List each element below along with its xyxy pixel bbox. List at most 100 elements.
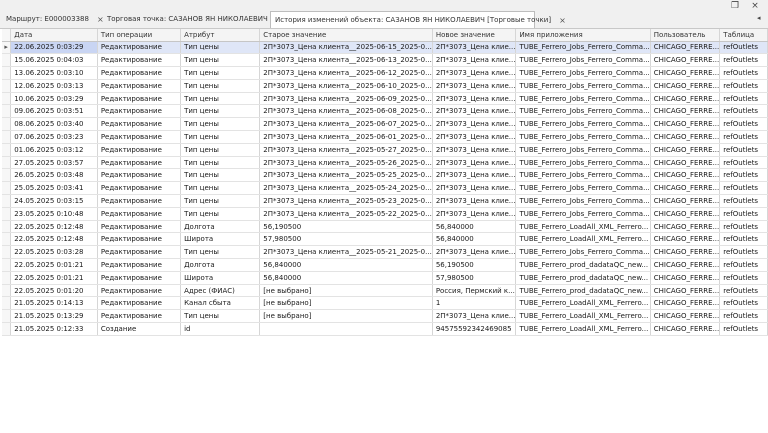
cell-old-value[interactable]: 2П*3073_Цена клиента__2025-06-08_2025-0.… (259, 104, 433, 119)
cell-old-value[interactable]: 56,840000 (259, 258, 433, 272)
cell-date[interactable]: 01.06.2025 0:03:12 (10, 143, 98, 157)
cell-table[interactable]: refOutlets (719, 271, 768, 285)
row-indicator[interactable] (2, 220, 12, 234)
cell-old-value[interactable]: 2П*3073_Цена клиента__2025-05-26_2025-0.… (259, 156, 433, 170)
cell-app-name[interactable]: TUBE_Ferrero_LoadAll_XML_Ferrero... (515, 322, 651, 336)
cell-new-value[interactable]: 2П*3073_Цена клие... (432, 66, 517, 80)
row-indicator[interactable] (2, 271, 12, 285)
cell-attribute[interactable]: Долгота (180, 258, 261, 272)
table-row[interactable]: 22.05.2025 0:01:21 Редактирование Широта 56… (2, 271, 768, 285)
cell-operation[interactable]: Редактирование (97, 130, 182, 144)
row-indicator[interactable] (2, 92, 12, 106)
cell-date[interactable]: 15.06.2025 0:04:03 (10, 53, 98, 68)
table-row[interactable]: 25.05.2025 0:03:41 Редактирование Тип цены… (2, 181, 768, 196)
cell-date[interactable]: 23.05.2025 0:10:48 (10, 207, 98, 221)
cell-old-value[interactable]: 2П*3073_Цена клиента__2025-05-27_2025-0.… (259, 143, 433, 157)
row-indicator[interactable] (2, 194, 12, 208)
row-indicator[interactable] (2, 309, 12, 324)
cell-user[interactable]: CHICAGO_FERRE... (650, 156, 721, 170)
table-row[interactable]: 22.05.2025 0:01:21 Редактирование Долгота 5… (2, 258, 768, 272)
row-indicator[interactable] (2, 168, 12, 183)
cell-user[interactable]: CHICAGO_FERRE... (650, 79, 721, 93)
cell-table[interactable]: refOutlets (719, 168, 768, 183)
cell-table[interactable]: refOutlets (719, 117, 768, 132)
cell-app-name[interactable]: TUBE_Ferrero_prod_dadataQC_new... (515, 271, 651, 285)
table-row[interactable]: 01.06.2025 0:03:12 Редактирование Тип цены… (2, 143, 768, 157)
cell-attribute[interactable]: Тип цены (180, 156, 261, 170)
cell-user[interactable]: CHICAGO_FERRE... (650, 66, 721, 80)
table-row[interactable]: 26.05.2025 0:03:48 Редактирование Тип цены… (2, 168, 768, 183)
cell-operation[interactable]: Редактирование (97, 92, 182, 106)
cell-operation[interactable]: Редактирование (97, 156, 182, 170)
cell-attribute[interactable]: Адрес (ФИАС) (180, 284, 261, 298)
cell-new-value[interactable]: 2П*3073_Цена клие... (432, 104, 517, 119)
cell-date[interactable]: 22.05.2025 0:12:48 (10, 232, 98, 247)
tab-scroll-left-icon[interactable]: ◂ (757, 14, 761, 22)
cell-attribute[interactable]: Тип цены (180, 92, 261, 106)
cell-old-value[interactable]: 2П*3073_Цена клиента__2025-06-09_2025-0.… (259, 92, 433, 106)
cell-attribute[interactable]: Долгота (180, 220, 261, 234)
cell-date[interactable]: 21.05.2025 0:12:33 (10, 322, 98, 336)
cell-attribute[interactable]: Канал сбыта (180, 296, 261, 311)
cell-new-value[interactable]: 2П*3073_Цена клие... (432, 207, 517, 221)
cell-app-name[interactable]: TUBE_Ferrero_LoadAll_XML_Ferrero... (515, 220, 651, 234)
cell-operation[interactable]: Редактирование (97, 258, 182, 272)
cell-app-name[interactable]: TUBE_Ferrero_Jobs_Ferrero_Comma... (515, 117, 651, 132)
cell-app-name[interactable]: TUBE_Ferrero_Jobs_Ferrero_Comma... (515, 104, 651, 119)
table-row[interactable]: 07.06.2025 0:03:23 Редактирование Тип цены… (2, 130, 768, 144)
cell-operation[interactable]: Редактирование (97, 168, 182, 183)
cell-attribute[interactable]: Тип цены (180, 130, 261, 144)
cell-old-value[interactable]: 2П*3073_Цена клиента__2025-05-24_2025-0.… (259, 181, 433, 196)
cell-app-name[interactable]: TUBE_Ferrero_LoadAll_XML_Ferrero... (515, 309, 651, 324)
cell-table[interactable]: refOutlets (719, 41, 768, 55)
cell-operation[interactable]: Редактирование (97, 220, 182, 234)
cell-old-value[interactable]: 2П*3073_Цена клиента__2025-06-01_2025-0.… (259, 130, 433, 144)
column-header-old-value[interactable]: Старое значение (259, 29, 433, 42)
cell-new-value[interactable]: Россия, Пермский к... (432, 284, 517, 298)
cell-attribute[interactable]: Тип цены (180, 117, 261, 132)
cell-old-value[interactable]: 2П*3073_Цена клиента__2025-05-22_2025-0.… (259, 207, 433, 221)
cell-app-name[interactable]: TUBE_Ferrero_Jobs_Ferrero_Comma... (515, 194, 651, 208)
cell-operation[interactable]: Редактирование (97, 79, 182, 93)
cell-new-value[interactable]: 945755923424690​85 (432, 322, 517, 336)
cell-app-name[interactable]: TUBE_Ferrero_prod_dadataQC_new... (515, 284, 651, 298)
cell-new-value[interactable]: 2П*3073_Цена клие... (432, 117, 517, 132)
cell-user[interactable]: CHICAGO_FERRE... (650, 220, 721, 234)
cell-date[interactable]: 24.05.2025 0:03:15 (10, 194, 98, 208)
cell-new-value[interactable]: 2П*3073_Цена клие... (432, 92, 517, 106)
cell-user[interactable]: CHICAGO_FERRE... (650, 168, 721, 183)
cell-operation[interactable]: Редактирование (97, 309, 182, 324)
cell-old-value[interactable]: 56,840000 (259, 271, 433, 285)
table-row[interactable]: 08.06.2025 0:03:40 Редактирование Тип цены… (2, 117, 768, 132)
cell-user[interactable]: CHICAGO_FERRE... (650, 41, 721, 55)
cell-old-value[interactable] (259, 322, 433, 336)
cell-new-value[interactable]: 56,190500 (432, 258, 517, 272)
tab-change-history[interactable]: История изменений объекта: САЗАНОВ ЯН НИ… (270, 11, 566, 28)
cell-user[interactable]: CHICAGO_FERRE... (650, 92, 721, 106)
cell-date[interactable]: 09.06.2025 0:03:51 (10, 104, 98, 119)
cell-old-value[interactable]: [не выбрано] (259, 284, 433, 298)
cell-table[interactable]: refOutlets (719, 92, 768, 106)
row-indicator[interactable] (2, 181, 12, 196)
column-header-date[interactable]: Дата (10, 29, 98, 42)
cell-app-name[interactable]: TUBE_Ferrero_Jobs_Ferrero_Comma... (515, 207, 651, 221)
cell-operation[interactable]: Редактирование (97, 296, 182, 311)
cell-old-value[interactable]: 2П*3073_Цена клиента__2025-06-12_2025-0.… (259, 66, 433, 80)
cell-date[interactable]: 25.05.2025 0:03:41 (10, 181, 98, 196)
cell-user[interactable]: CHICAGO_FERRE... (650, 181, 721, 196)
cell-user[interactable]: CHICAGO_FERRE... (650, 194, 721, 208)
table-row[interactable]: 22.05.2025 0:01:20 Редактирование Адрес (Ф… (2, 284, 768, 298)
cell-attribute[interactable]: Тип цены (180, 143, 261, 157)
cell-operation[interactable]: Редактирование (97, 41, 182, 55)
cell-old-value[interactable]: [не выбрано] (259, 309, 433, 324)
cell-user[interactable]: CHICAGO_FERRE... (650, 271, 721, 285)
cell-attribute[interactable]: Тип цены (180, 309, 261, 324)
cell-user[interactable]: CHICAGO_FERRE... (650, 322, 721, 336)
cell-attribute[interactable]: id (180, 322, 261, 336)
cell-attribute[interactable]: Тип цены (180, 181, 261, 196)
cell-operation[interactable]: Редактирование (97, 271, 182, 285)
cell-date[interactable]: 22.05.2025 0:01:21 (10, 258, 98, 272)
cell-app-name[interactable]: TUBE_Ferrero_Jobs_Ferrero_Comma... (515, 156, 651, 170)
cell-new-value[interactable]: 2П*3073_Цена клие... (432, 181, 517, 196)
table-row[interactable]: 09.06.2025 0:03:51 Редактирование Тип цены… (2, 104, 768, 119)
